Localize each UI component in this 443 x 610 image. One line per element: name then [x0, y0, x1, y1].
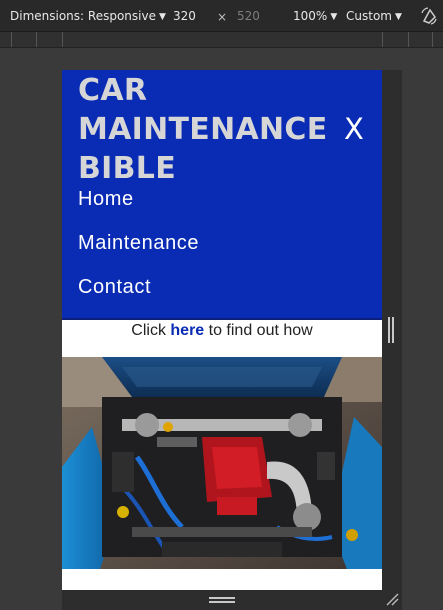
zoom-label: 100% [293, 9, 328, 23]
ruler-tick [432, 32, 433, 47]
grip-line [392, 317, 394, 343]
zoom-dropdown[interactable]: 100% ▼ [293, 9, 337, 23]
device-viewport: CAR MAINTENANCE BIBLE X Home Maintenance… [62, 70, 382, 590]
times-icon: × [217, 10, 228, 24]
ruler-tick [36, 32, 37, 47]
ruler-tick [62, 32, 63, 47]
rotate-icon[interactable] [420, 7, 438, 25]
logo-line: BIBLE [78, 151, 177, 186]
logo-line: MAINTENANCE [78, 112, 328, 147]
grip-line [209, 601, 235, 603]
dimensions-label: Dimensions: Responsive [10, 9, 156, 23]
hero-image [62, 357, 382, 569]
cta-text: Click here to find out how [62, 320, 382, 357]
logo-line: CAR [78, 73, 148, 108]
caret-down-icon: ▼ [330, 12, 338, 22]
ruler-tick [11, 32, 12, 47]
grip-line [388, 317, 390, 343]
site-header: CAR MAINTENANCE BIBLE X Home Maintenance… [62, 70, 382, 318]
main-nav: Home Maintenance Contact [78, 184, 199, 316]
cta-link[interactable]: here [170, 322, 204, 339]
throttle-dropdown[interactable]: Custom ▼ [346, 9, 402, 23]
width-input[interactable]: 320 [173, 9, 196, 23]
nav-link-contact[interactable]: Contact [78, 272, 199, 316]
device-toolbar: Dimensions: Responsive ▼ 320 × 520 100% ▼ … [0, 0, 443, 32]
nav-link-home[interactable]: Home [78, 184, 199, 228]
height-input[interactable]: 520 [237, 9, 260, 23]
resize-corner-icon[interactable] [385, 592, 399, 606]
media-query-ruler[interactable] [0, 32, 443, 48]
site-logo[interactable]: CAR MAINTENANCE BIBLE [78, 71, 340, 188]
close-menu-button[interactable]: X [344, 111, 364, 147]
grip-line [209, 597, 235, 599]
resize-handle-right[interactable] [388, 317, 395, 343]
resize-handle-bottom[interactable] [209, 597, 235, 604]
throttle-label: Custom [346, 9, 392, 23]
caret-down-icon: ▼ [158, 12, 166, 22]
cta-before: Click [131, 322, 171, 339]
ruler-tick [408, 32, 409, 47]
dimensions-dropdown[interactable]: Dimensions: Responsive ▼ [10, 9, 166, 23]
cta-after: to find out how [204, 322, 313, 339]
ruler-tick [382, 32, 383, 47]
nav-link-maintenance[interactable]: Maintenance [78, 228, 199, 272]
caret-down-icon: ▼ [394, 12, 402, 22]
